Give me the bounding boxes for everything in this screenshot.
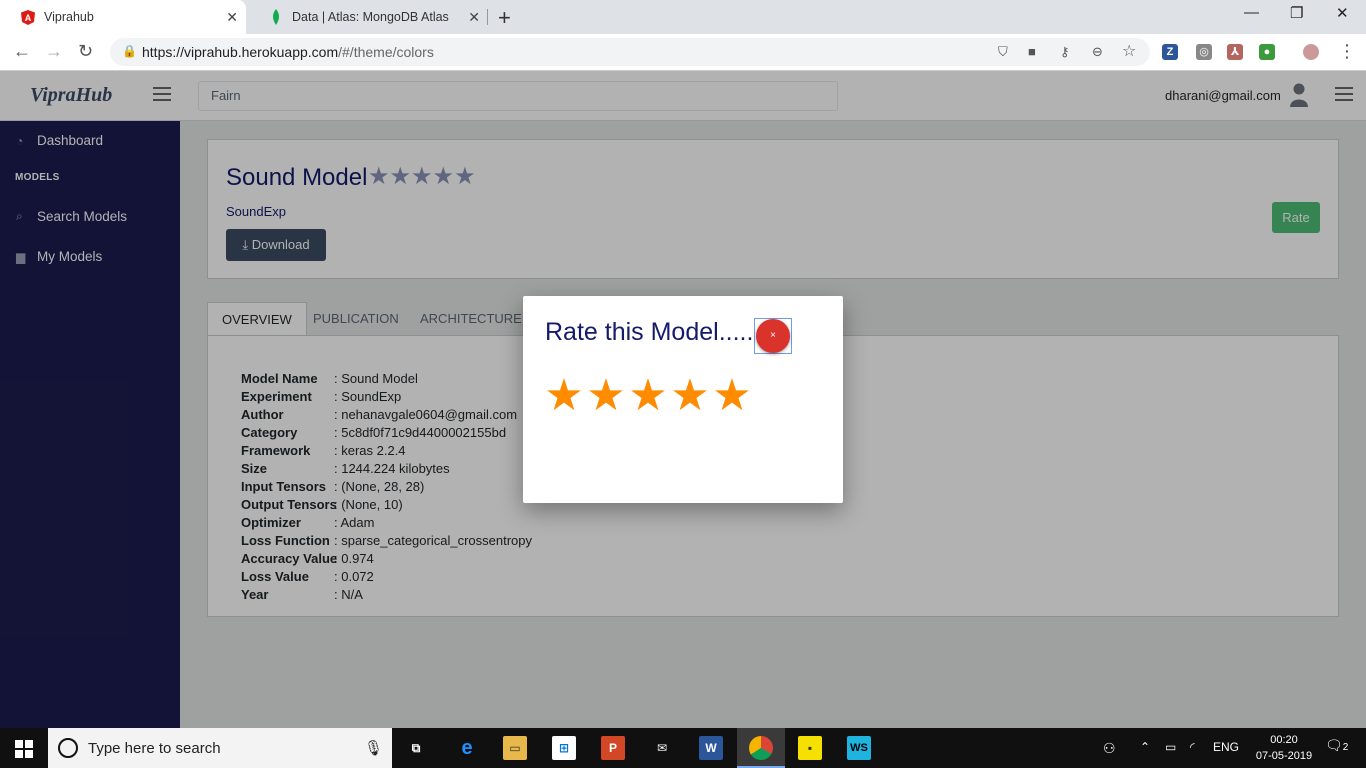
windows-taskbar: Type here to search 🎙 ⧉ e ▭ ⊞ P ✉ W ▪ WS… <box>0 728 1366 768</box>
wifi-icon[interactable]: ◜ <box>1190 740 1195 754</box>
forward-icon[interactable]: → <box>45 41 63 62</box>
edge-icon[interactable]: e <box>455 736 479 760</box>
file-explorer-icon[interactable]: ▭ <box>503 736 527 760</box>
omnibox[interactable]: 🔒 https://viprahub.herokuapp.com/#/theme… <box>110 38 1150 66</box>
star-5-icon[interactable]: ★ <box>711 370 753 422</box>
restore-icon[interactable]: ❐ <box>1290 4 1303 22</box>
address-bar: ← → ↻ 🔒 https://viprahub.herokuapp.com/#… <box>0 34 1366 71</box>
camera-icon[interactable]: ■ <box>1028 44 1036 59</box>
word-icon[interactable]: W <box>699 736 723 760</box>
star-4-icon[interactable]: ★ <box>669 370 711 422</box>
notifications-icon[interactable]: 🗨2 <box>1325 737 1348 754</box>
browser-tab-title: Data | Atlas: MongoDB Atlas <box>292 10 449 24</box>
microphone-icon[interactable]: 🎙 <box>364 739 383 757</box>
store-icon[interactable]: ⊞ <box>552 736 576 760</box>
rating-stars: ★ ★ ★ ★ ★ <box>543 370 753 422</box>
dialog-title: Rate this Model..... <box>545 318 754 346</box>
taskbar-search-placeholder: Type here to search <box>88 740 221 757</box>
svg-text:A: A <box>25 13 32 23</box>
close-tab-icon[interactable]: ✕ <box>468 9 480 26</box>
star-1-icon[interactable]: ★ <box>543 370 585 422</box>
close-button[interactable]: × <box>756 319 790 353</box>
extension-badge-icon[interactable]: ◎ <box>1196 44 1212 60</box>
profile-avatar-icon[interactable] <box>1303 44 1319 60</box>
chrome-icon[interactable] <box>749 736 773 760</box>
pdf-extension-icon[interactable]: ⅄ <box>1227 44 1243 60</box>
shield-icon[interactable]: ⛉ <box>998 44 1008 60</box>
rate-model-dialog: Rate this Model..... × ★ ★ ★ ★ ★ <box>523 296 843 503</box>
key-icon[interactable]: ⚷ <box>1060 44 1070 60</box>
windows-start-icon[interactable] <box>15 740 33 758</box>
lock-icon: 🔒 <box>122 44 137 58</box>
clock-date: 07-05-2019 <box>1255 750 1313 762</box>
close-window-icon[interactable]: ✕ <box>1336 4 1349 22</box>
mongodb-leaf-icon <box>268 9 284 25</box>
zoho-extension-icon[interactable]: Z <box>1162 44 1178 60</box>
green-extension-icon[interactable]: ● <box>1259 44 1275 60</box>
angular-icon: A <box>20 9 36 25</box>
zoom-icon[interactable]: ⊖ <box>1092 44 1103 60</box>
powerpoint-icon[interactable]: P <box>601 736 625 760</box>
star-3-icon[interactable]: ★ <box>627 370 669 422</box>
star-2-icon[interactable]: ★ <box>585 370 627 422</box>
bookmark-star-icon[interactable]: ☆ <box>1122 41 1136 61</box>
clock[interactable]: 00:20 07-05-2019 <box>1254 732 1314 764</box>
back-icon[interactable]: ← <box>13 41 31 62</box>
language-indicator[interactable]: ENG <box>1213 740 1239 754</box>
clock-time: 00:20 <box>1270 734 1298 746</box>
close-tab-icon[interactable]: ✕ <box>226 9 238 26</box>
reload-icon[interactable]: ↻ <box>78 41 93 62</box>
task-view-icon[interactable]: ⧉ <box>404 736 428 760</box>
tab-divider <box>487 9 488 25</box>
browser-tab-bar: A Viprahub ✕ Data | Atlas: MongoDB Atlas… <box>0 0 1366 34</box>
mail-icon[interactable]: ✉ <box>650 736 674 760</box>
taskbar-search-box[interactable]: Type here to search 🎙 <box>48 728 392 768</box>
browser-tab-viprahub[interactable]: A Viprahub ✕ <box>0 0 246 34</box>
people-icon[interactable]: ⚇ <box>1103 740 1116 757</box>
new-tab-icon[interactable]: + <box>498 5 511 31</box>
sticky-notes-icon[interactable]: ▪ <box>798 736 822 760</box>
webstorm-icon[interactable]: WS <box>847 736 871 760</box>
battery-icon[interactable]: ▭ <box>1165 740 1176 754</box>
browser-tab-title: Viprahub <box>44 10 94 24</box>
close-button-focus-ring: × <box>754 318 792 354</box>
minimize-icon[interactable]: — <box>1244 4 1259 21</box>
show-hidden-icons-icon[interactable]: ⌃ <box>1140 740 1150 754</box>
browser-tab-mongodb[interactable]: Data | Atlas: MongoDB Atlas ✕ <box>248 0 488 34</box>
cortana-icon <box>58 738 78 758</box>
url-text[interactable]: https://viprahub.herokuapp.com/#/theme/c… <box>142 44 434 60</box>
chrome-menu-icon[interactable]: ⋮ <box>1338 41 1356 62</box>
